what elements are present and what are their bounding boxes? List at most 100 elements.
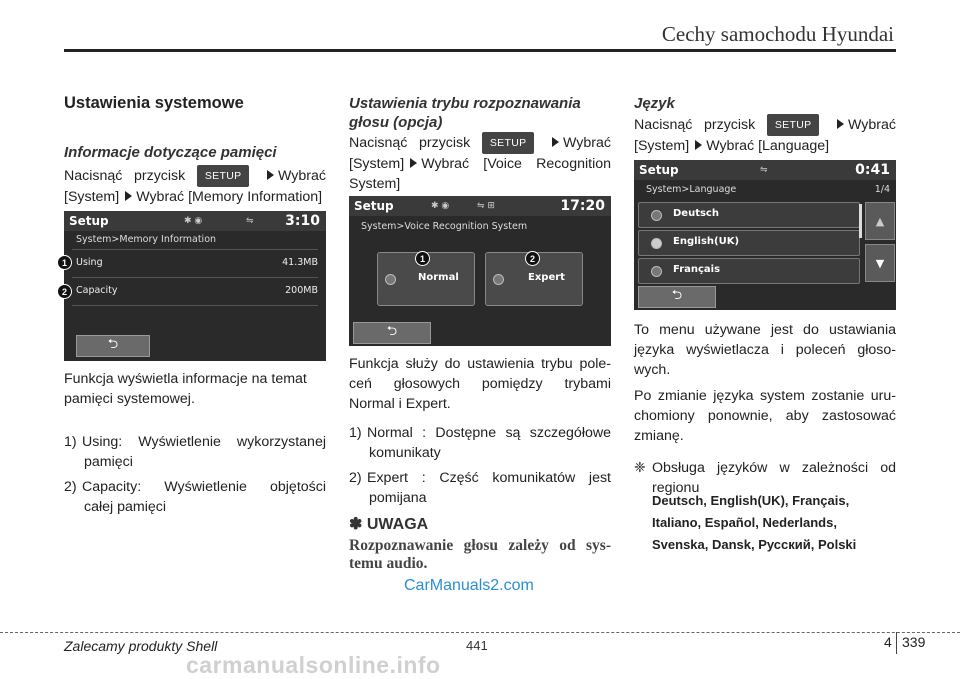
voice-list: 1) Normal : Dostępne są szczegółowe komu… — [349, 423, 611, 508]
heading-line: głosu (opcja) — [349, 114, 443, 131]
watermark-link[interactable]: CarManuals2.com — [404, 577, 534, 595]
note-line: Obsługa języków w zależności od — [652, 460, 896, 476]
voice-recognition-screenshot: Setup ✱ ◉ ⇋ ⊞ 17:20 System>Voice Recogni… — [349, 196, 611, 346]
setup-button-label: SETUP — [481, 132, 535, 154]
language-row-francais: Français — [638, 258, 860, 284]
setup-button-label: SETUP — [196, 165, 250, 187]
back-button: ⮌ — [353, 322, 431, 344]
radio-icon — [493, 274, 504, 285]
bluetooth-icon: ✱ ◉ — [431, 201, 450, 211]
screen-title: Setup — [639, 163, 679, 177]
desc-line: Funkcja służy do ustawienia trybu pole- — [349, 356, 611, 372]
divider — [72, 277, 318, 278]
scroll-up-icon: ▲ — [865, 202, 895, 240]
note-icon: ❈ — [634, 460, 646, 476]
screen-clock: 3:10 — [285, 213, 320, 229]
language-screenshot: Setup ⇋ 0:41 System>Language 1/4 Deutsch… — [634, 160, 896, 310]
list-text: całej pamięci — [84, 499, 167, 515]
desc-line: Po zmianie języka system zostanie uru- — [634, 388, 896, 404]
language-row-english: English(UK) — [638, 230, 860, 256]
usb-icon: ⇋ — [246, 216, 254, 226]
list-item: 2) Expert : Część komunikatów jest pomij… — [349, 468, 611, 508]
language-description: To menu używane jest do ustawiania język… — [634, 320, 896, 446]
languages-line: Svenska, Dansk, Русский, Polski — [652, 537, 857, 552]
arrow-right-icon — [695, 140, 703, 150]
languages-line: Italiano, Español, Nederlands, — [652, 515, 837, 530]
desc-line: wych. — [634, 362, 671, 378]
usb-icon: ⇋ ⊞ — [477, 201, 495, 211]
screen-breadcrumb: System>Voice Recognition System — [361, 221, 528, 232]
scroll-down-icon: ▼ — [865, 244, 895, 282]
scrollbar — [859, 204, 862, 238]
screen-breadcrumb: System>Language — [646, 184, 737, 195]
bluetooth-icon: ✱ ◉ — [184, 216, 203, 226]
note-heading: ✽ UWAGA — [349, 514, 428, 534]
subsection-heading-language: Język — [634, 95, 675, 112]
desc-line: ceń głosowych pomiędzy trybami — [349, 376, 611, 392]
divider — [72, 305, 318, 306]
screen-breadcrumb: System>Memory Information — [76, 234, 217, 245]
instr-text: Wybrać [Memory Information] — [136, 189, 323, 205]
note-line: temu audio. — [349, 555, 428, 572]
instr-text: Nacisnąć przycisk — [634, 117, 756, 133]
language-label: English(UK) — [673, 236, 740, 247]
footer-pdf-page: 441 — [466, 638, 488, 653]
arrow-right-icon — [125, 191, 133, 201]
usb-icon: ⇋ — [760, 165, 768, 175]
divider — [72, 249, 318, 250]
note-body: Rozpoznawanie głosu zależy od sys- temu … — [349, 537, 611, 573]
desc-line: języka wyświetlacza i poleceń głoso- — [634, 342, 896, 358]
option-label: Expert — [528, 272, 565, 283]
back-button: ⮌ — [76, 335, 150, 357]
instructions-language: Nacisnąć przycisk SETUP Wybrać [System] W… — [634, 114, 896, 156]
footer-section-number: 4 — [884, 634, 892, 650]
arrow-right-icon — [410, 158, 418, 168]
screen-title: Setup — [354, 199, 394, 213]
languages-line: Deutsch, English(UK), Français, — [652, 493, 850, 508]
footer-separator — [896, 632, 897, 654]
instr-text: Wybrać — [848, 117, 896, 133]
setup-button-label: SETUP — [766, 114, 820, 136]
callout-2: 2 — [525, 251, 540, 266]
back-button: ⮌ — [638, 286, 716, 308]
list-number: 2) — [64, 479, 77, 495]
footer-rule — [0, 632, 960, 633]
desc-line: zmianę. — [634, 428, 684, 444]
list-item: 1) Using: Wyświetlenie wykorzystanej pam… — [64, 432, 326, 472]
screen-title: Setup — [69, 214, 109, 228]
language-label: Français — [673, 264, 721, 275]
option-label: Normal — [418, 272, 459, 283]
note-line: Rozpoznawanie głosu zależy od sys- — [349, 537, 611, 554]
list-text: komunikaty — [369, 445, 441, 461]
list-text: pomijana — [369, 490, 427, 506]
instr-text: Wybrać — [563, 135, 611, 151]
heading-line: Ustawienia trybu rozpoznawania — [349, 95, 581, 112]
list-item: 1) Normal : Dostępne są szczegółowe komu… — [349, 423, 611, 463]
subsection-heading-memory: Informacje dotyczące pamięci — [64, 144, 277, 161]
callout-2: 2 — [57, 284, 72, 299]
header-rule — [64, 49, 896, 52]
note-title: UWAGA — [366, 516, 429, 533]
instr-text: [System] — [634, 138, 690, 154]
list-text: Expert : Część komunikatów jest — [367, 470, 611, 486]
subsection-heading-voice: Ustawienia trybu rozpoznawania głosu (op… — [349, 94, 611, 132]
memory-description: Funkcja wyświetla informacje na temat pa… — [64, 371, 307, 407]
instr-text: Wybrać [Voice Recognition — [421, 156, 611, 172]
screen-clock: 0:41 — [855, 162, 890, 178]
footer-page-number: 339 — [902, 634, 926, 650]
arrow-right-icon — [267, 170, 275, 180]
row-label-capacity: Capacity — [76, 285, 118, 296]
list-text: Capacity: Wyświetlenie objętości — [82, 479, 326, 495]
running-header: Cechy samochodu Hyundai — [661, 22, 894, 46]
list-text: Normal : Dostępne są szczegółowe — [367, 425, 611, 441]
list-text: pamięci — [84, 454, 133, 470]
radio-icon — [651, 238, 662, 249]
screen-clock: 17:20 — [560, 198, 605, 214]
callout-1: 1 — [415, 251, 430, 266]
desc-line: To menu używane jest do ustawiania — [634, 322, 896, 338]
list-text: Using: Wyświetlenie wykorzystanej — [82, 434, 326, 450]
supported-languages: Deutsch, English(UK), Français, Italiano… — [652, 490, 856, 556]
row-value-using: 41.3MB — [282, 257, 318, 268]
desc-line: chomiony ponownie, aby zastosować — [634, 408, 896, 424]
page-indicator: 1/4 — [874, 184, 890, 195]
